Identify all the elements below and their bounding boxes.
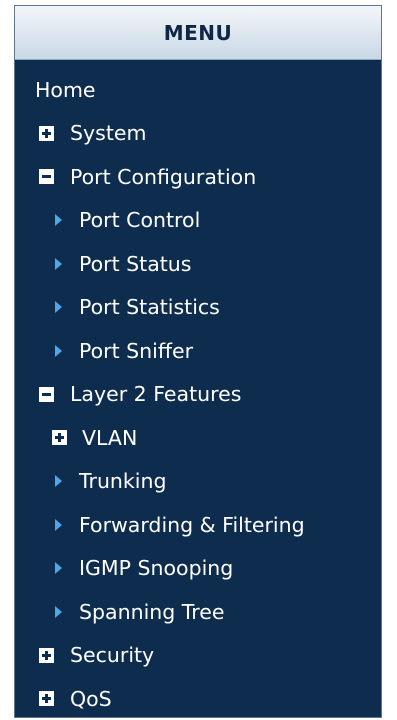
menu-item-label: Port Control — [79, 208, 201, 232]
menu-item-label: Home — [35, 77, 96, 102]
menu-item-layer2-features[interactable]: Layer 2 Features — [15, 373, 381, 417]
plus-box-icon[interactable] — [52, 430, 67, 446]
menu-header: MENU — [15, 6, 381, 60]
menu-item-qos[interactable]: QoS — [15, 677, 381, 717]
menu-item-forwarding-filtering[interactable]: Forwarding & Filtering — [15, 503, 381, 547]
triangle-arrow-icon — [55, 562, 62, 575]
menu-item-label: System — [70, 121, 147, 145]
menu-item-port-statistics[interactable]: Port Statistics — [15, 286, 381, 330]
menu-item-label: VLAN — [82, 425, 138, 450]
menu-item-label: IGMP Snooping — [79, 556, 234, 580]
menu-item-label: QoS — [70, 686, 112, 711]
menu-item-label: Port Status — [79, 251, 192, 276]
navigation-menu: MENU Home System Port Configuration Port… — [14, 5, 382, 718]
triangle-arrow-icon — [55, 344, 62, 357]
menu-item-label: Port Statistics — [79, 295, 220, 319]
menu-item-label: Security — [70, 643, 155, 667]
menu-item-vlan[interactable]: VLAN — [15, 416, 381, 460]
plus-box-icon[interactable] — [39, 691, 54, 707]
menu-item-igmp-snooping[interactable]: IGMP Snooping — [15, 547, 381, 591]
menu-item-label: Spanning Tree — [79, 599, 225, 624]
menu-item-label: Trunking — [79, 469, 167, 493]
menu-item-home[interactable]: Home — [15, 68, 381, 112]
menu-item-label: Forwarding & Filtering — [79, 512, 305, 537]
menu-item-system[interactable]: System — [15, 112, 381, 156]
menu-item-label: Port Configuration — [70, 164, 257, 189]
triangle-arrow-icon — [55, 475, 62, 488]
triangle-arrow-icon — [55, 214, 62, 227]
menu-item-port-control[interactable]: Port Control — [15, 199, 381, 243]
menu-item-port-configuration[interactable]: Port Configuration — [15, 155, 381, 199]
menu-item-port-status[interactable]: Port Status — [15, 242, 381, 286]
plus-box-icon[interactable] — [39, 647, 54, 663]
triangle-arrow-icon — [55, 605, 62, 618]
plus-box-icon[interactable] — [39, 125, 54, 141]
menu-item-label: Layer 2 Features — [70, 382, 242, 406]
triangle-arrow-icon — [55, 257, 62, 270]
triangle-arrow-icon — [55, 518, 62, 531]
minus-box-icon[interactable] — [39, 169, 54, 185]
triangle-arrow-icon — [55, 301, 62, 314]
menu-title: MENU — [163, 20, 233, 45]
minus-box-icon[interactable] — [39, 386, 54, 402]
menu-list: Home System Port Configuration Port Cont… — [15, 60, 381, 717]
menu-item-port-sniffer[interactable]: Port Sniffer — [15, 329, 381, 373]
menu-item-label: Port Sniffer — [79, 338, 194, 363]
menu-item-trunking[interactable]: Trunking — [15, 460, 381, 504]
menu-item-spanning-tree[interactable]: Spanning Tree — [15, 590, 381, 634]
menu-item-security[interactable]: Security — [15, 634, 381, 678]
